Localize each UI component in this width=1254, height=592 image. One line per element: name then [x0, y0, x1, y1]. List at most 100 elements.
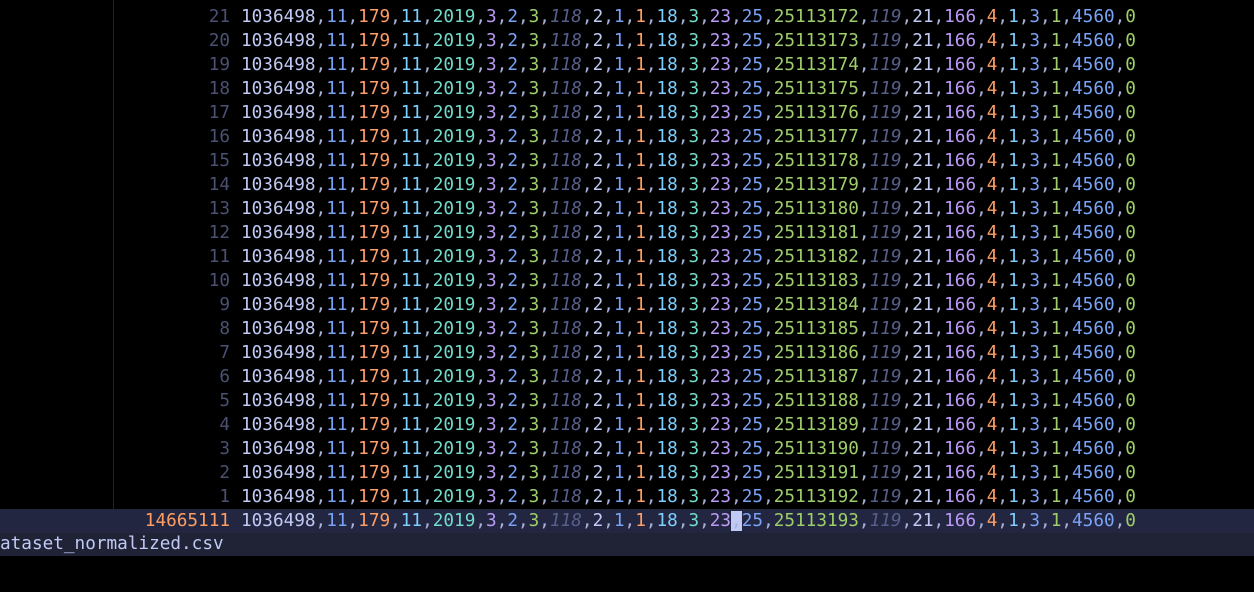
csv-separator: , [496, 463, 508, 483]
line-text[interactable]: 1036498,11,179,11,2019,3,2,3,118,2,1,1,1… [241, 341, 1136, 365]
csv-field: 18 [656, 127, 678, 147]
code-line[interactable]: 13 1036498,11,179,11,2019,3,2,3,118,2,1,1… [0, 197, 1254, 221]
csv-field: 119 [869, 175, 902, 195]
code-line[interactable]: 17 1036498,11,179,11,2019,3,2,3,118,2,1,1… [0, 101, 1254, 125]
csv-field: 1 [613, 247, 625, 267]
csv-field: 119 [869, 199, 902, 219]
code-line[interactable]: 8 1036498,11,179,11,2019,3,2,3,118,2,1,1,… [0, 317, 1254, 341]
csv-separator: , [475, 223, 487, 243]
csv-field: 25 [741, 343, 764, 363]
csv-field: 3 [688, 127, 700, 147]
csv-field: 4 [986, 391, 998, 411]
csv-field: 3 [486, 247, 497, 267]
code-line[interactable]: 5 1036498,11,179,11,2019,3,2,3,118,2,1,1,… [0, 389, 1254, 413]
csv-separator: , [645, 175, 657, 195]
line-text[interactable]: 1036498,11,179,11,2019,3,2,3,118,2,1,1,1… [241, 509, 1136, 533]
line-text[interactable]: 1036498,11,179,11,2019,3,2,3,118,2,1,1,1… [241, 125, 1136, 149]
code-line[interactable]: 19 1036498,11,179,11,2019,3,2,3,118,2,1,1… [0, 53, 1254, 77]
csv-field: 11 [400, 199, 423, 219]
csv-field: 3 [688, 247, 700, 267]
csv-separator: , [858, 7, 870, 27]
editor-window[interactable]: 21 1036498,11,179,11,2019,3,2,3,118,2,1,1… [0, 0, 1254, 592]
line-text[interactable]: 1036498,11,179,11,2019,3,2,3,118,2,1,1,1… [241, 221, 1136, 245]
csv-field: 11 [326, 103, 348, 123]
line-text[interactable]: 1036498,11,179,11,2019,3,2,3,118,2,1,1,1… [241, 293, 1136, 317]
csv-field: 3 [1029, 31, 1041, 51]
csv-field: 25 [741, 103, 764, 123]
csv-field: 4 [986, 319, 998, 339]
csv-field: 166 [944, 31, 977, 51]
csv-separator: , [422, 391, 433, 411]
code-line[interactable]: 15 1036498,11,179,11,2019,3,2,3,118,2,1,1… [0, 149, 1254, 173]
csv-separator: , [901, 271, 913, 291]
code-line[interactable]: 20 1036498,11,179,11,2019,3,2,3,118,2,1,1… [0, 29, 1254, 53]
code-line[interactable]: 21 1036498,11,179,11,2019,3,2,3,118,2,1,1… [0, 5, 1254, 29]
current-line[interactable]: 14665111 1036498,11,179,11,2019,3,2,3,118… [0, 509, 1254, 533]
line-text[interactable]: 1036498,11,179,11,2019,3,2,3,118,2,1,1,1… [241, 413, 1136, 437]
code-line[interactable]: 6 1036498,11,179,11,2019,3,2,3,118,2,1,1,… [0, 365, 1254, 389]
csv-field: 4 [986, 7, 998, 27]
csv-separator: , [1114, 463, 1126, 483]
line-text[interactable]: 1036498,11,179,11,2019,3,2,3,118,2,1,1,1… [241, 173, 1136, 197]
csv-separator: , [496, 31, 508, 51]
csv-separator: , [422, 343, 433, 363]
csv-field: 21 [912, 391, 934, 411]
code-line[interactable]: 3 1036498,11,179,11,2019,3,2,3,118,2,1,1,… [0, 437, 1254, 461]
line-text[interactable]: 1036498,11,179,11,2019,3,2,3,118,2,1,1,1… [241, 245, 1136, 269]
line-text[interactable]: 1036498,11,179,11,2019,3,2,3,118,2,1,1,1… [241, 197, 1136, 221]
csv-separator: , [603, 391, 614, 411]
line-text[interactable]: 1036498,11,179,11,2019,3,2,3,118,2,1,1,1… [241, 365, 1136, 389]
line-text[interactable]: 1036498,11,179,11,2019,3,2,3,118,2,1,1,1… [241, 101, 1136, 125]
csv-field: 166 [944, 343, 977, 363]
csv-field: 3 [528, 175, 540, 195]
csv-separator: , [933, 247, 945, 267]
line-text[interactable]: 1036498,11,179,11,2019,3,2,3,118,2,1,1,1… [241, 317, 1136, 341]
csv-separator: , [933, 415, 945, 435]
line-text[interactable]: 1036498,11,179,11,2019,3,2,3,118,2,1,1,1… [241, 77, 1136, 101]
csv-field: 1 [1050, 247, 1062, 267]
csv-field: 25 [741, 175, 764, 195]
line-text[interactable]: 1036498,11,179,11,2019,3,2,3,118,2,1,1,1… [241, 461, 1136, 485]
line-text[interactable]: 1036498,11,179,11,2019,3,2,3,118,2,1,1,1… [241, 29, 1136, 53]
code-line[interactable]: 14 1036498,11,179,11,2019,3,2,3,118,2,1,1… [0, 173, 1254, 197]
csv-field: 2 [507, 199, 518, 219]
code-line[interactable]: 9 1036498,11,179,11,2019,3,2,3,118,2,1,1,… [0, 293, 1254, 317]
csv-field: 4560 [1072, 175, 1115, 195]
csv-separator: , [315, 415, 327, 435]
csv-field: 3 [688, 391, 700, 411]
code-line[interactable]: 1 1036498,11,179,11,2019,3,2,3,118,2,1,1,… [0, 485, 1254, 509]
csv-field: 1 [1008, 319, 1019, 339]
code-line[interactable]: 4 1036498,11,179,11,2019,3,2,3,118,2,1,1,… [0, 413, 1254, 437]
csv-separator: , [1114, 487, 1126, 507]
code-line[interactable]: 2 1036498,11,179,11,2019,3,2,3,118,2,1,1,… [0, 461, 1254, 485]
csv-field: 1 [613, 487, 625, 507]
code-line[interactable]: 7 1036498,11,179,11,2019,3,2,3,118,2,1,1,… [0, 341, 1254, 365]
code-line[interactable]: 12 1036498,11,179,11,2019,3,2,3,118,2,1,1… [0, 221, 1254, 245]
csv-field: 119 [869, 319, 902, 339]
line-text[interactable]: 1036498,11,179,11,2019,3,2,3,118,2,1,1,1… [241, 149, 1136, 173]
line-text[interactable]: 1036498,11,179,11,2019,3,2,3,118,2,1,1,1… [241, 53, 1136, 77]
csv-field: 179 [358, 367, 391, 387]
line-text[interactable]: 1036498,11,179,11,2019,3,2,3,118,2,1,1,1… [241, 485, 1136, 509]
code-line[interactable]: 16 1036498,11,179,11,2019,3,2,3,118,2,1,1… [0, 125, 1254, 149]
csv-field: 1036498 [241, 343, 316, 363]
csv-separator: , [699, 79, 710, 99]
code-line[interactable]: 18 1036498,11,179,11,2019,3,2,3,118,2,1,1… [0, 77, 1254, 101]
editor-buffer[interactable]: 21 1036498,11,179,11,2019,3,2,3,118,2,1,1… [0, 5, 1254, 533]
csv-separator: , [581, 439, 593, 459]
line-text[interactable]: 1036498,11,179,11,2019,3,2,3,118,2,1,1,1… [241, 269, 1136, 293]
csv-separator: , [475, 463, 487, 483]
line-text[interactable]: 1036498,11,179,11,2019,3,2,3,118,2,1,1,1… [241, 389, 1136, 413]
csv-separator: , [1018, 247, 1030, 267]
csv-separator: , [858, 151, 870, 171]
csv-separator: , [699, 7, 710, 27]
csv-separator: , [496, 79, 508, 99]
csv-separator: , [496, 223, 508, 243]
csv-separator: , [645, 127, 657, 147]
line-text[interactable]: 1036498,11,179,11,2019,3,2,3,118,2,1,1,1… [241, 5, 1136, 29]
code-line[interactable]: 11 1036498,11,179,11,2019,3,2,3,118,2,1,1… [0, 245, 1254, 269]
csv-separator: , [677, 511, 689, 531]
code-line[interactable]: 10 1036498,11,179,11,2019,3,2,3,118,2,1,1… [0, 269, 1254, 293]
csv-separator: , [1061, 55, 1073, 75]
line-text[interactable]: 1036498,11,179,11,2019,3,2,3,118,2,1,1,1… [241, 437, 1136, 461]
